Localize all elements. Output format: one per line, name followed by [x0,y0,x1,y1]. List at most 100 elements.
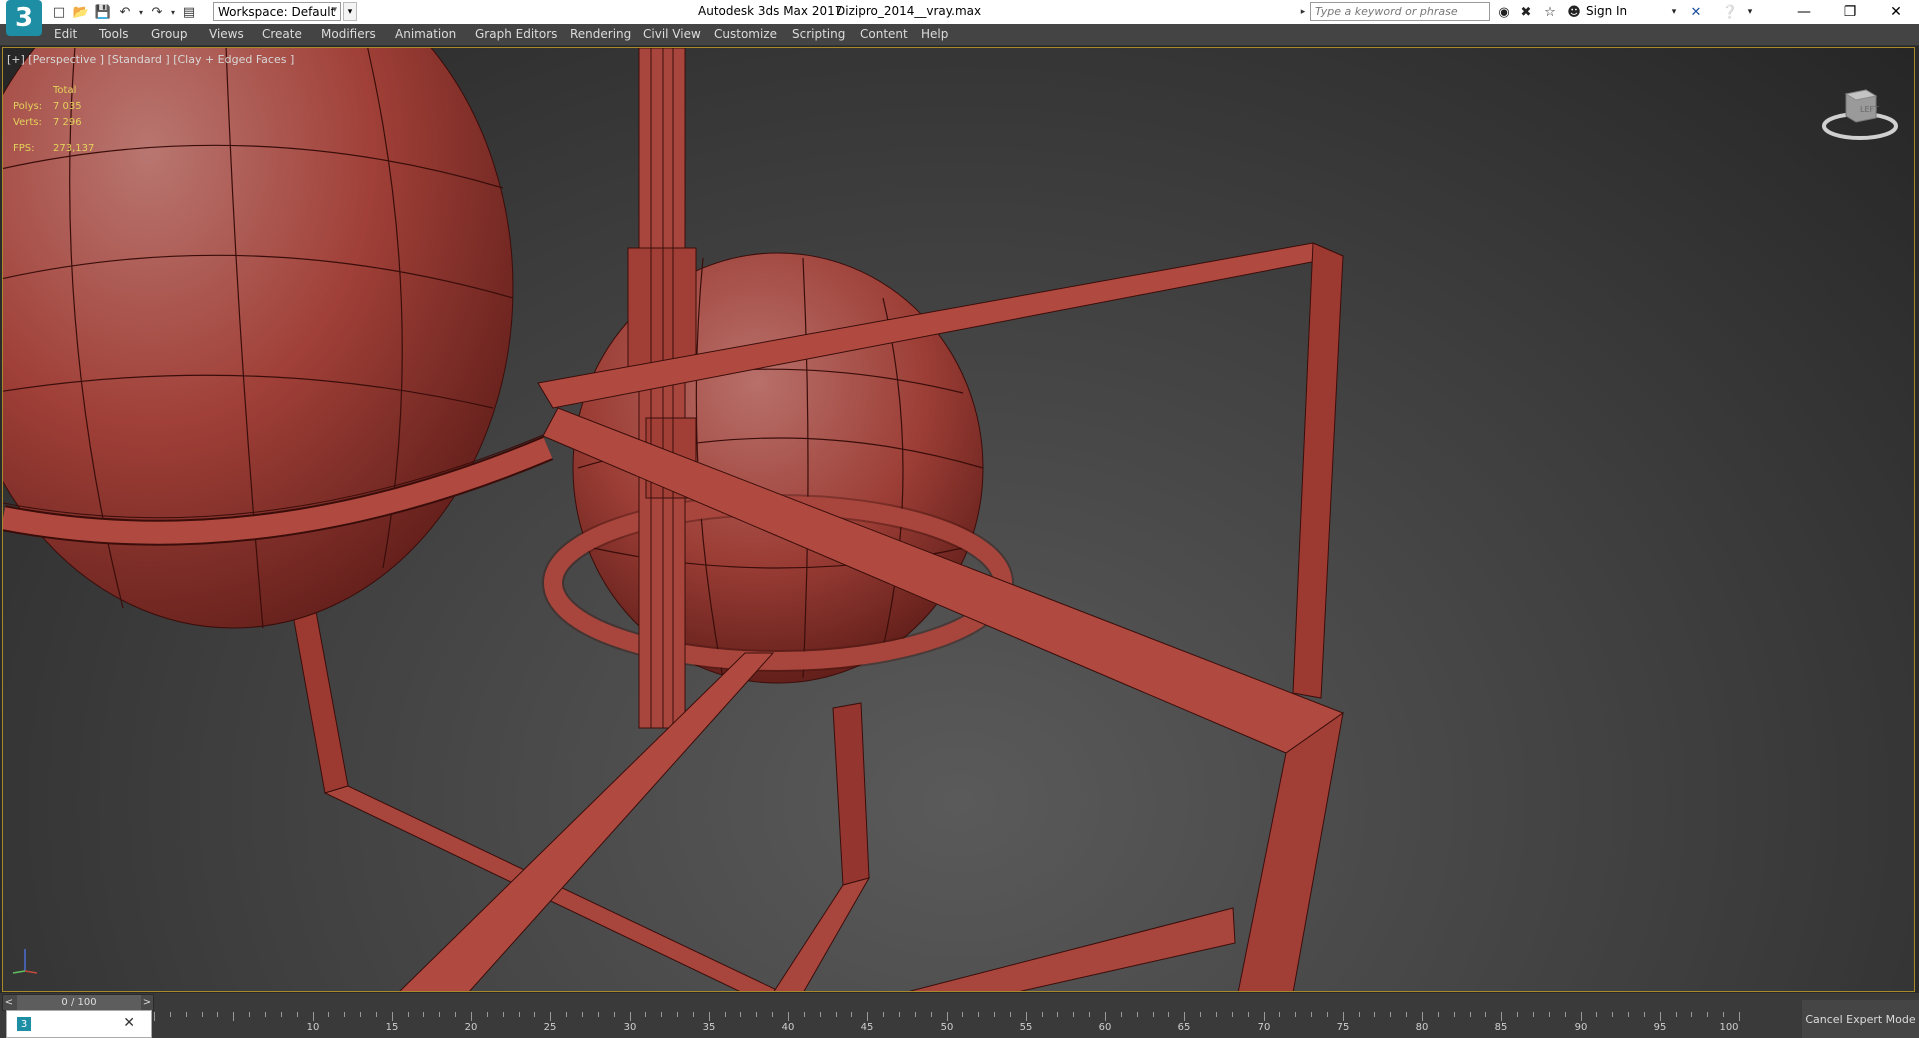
timeline-tick [1327,1012,1328,1017]
help-dropdown-icon[interactable]: ▾ [1740,2,1760,22]
undo-icon[interactable]: ↶ [114,2,136,22]
perspective-viewport[interactable]: [+] [Perspective ] [Standard ] [Clay + E… [2,47,1915,992]
timeline-tick [1264,1012,1265,1021]
timeline-tick-label: 90 [1574,1022,1588,1033]
timeline-tick [804,1012,805,1017]
timeline-tick-label: 30 [623,1022,637,1033]
timeline-tick [360,1012,361,1017]
close-icon[interactable]: ✕ [123,1015,135,1031]
timeline-tick-label: 35 [702,1022,716,1033]
timeline-tick [1232,1012,1233,1017]
menu-group[interactable]: Group [151,27,188,41]
viewport-statistics: Total Polys: 7 035 Verts: 7 296 FPS: 273,13… [13,83,94,157]
timeline-tick [1485,1012,1486,1017]
timeline-tick [423,1012,424,1017]
timeline-tick [1533,1012,1534,1017]
menu-modifiers[interactable]: Modifiers [321,27,376,41]
stats-polys-label: Polys: [13,101,43,112]
timeline-tick [1454,1012,1455,1017]
timeline-tick [693,1012,694,1017]
timeline-tick [1676,1012,1677,1017]
minimize-button[interactable]: — [1781,0,1827,24]
timeline-tick [645,1012,646,1017]
timeline-tick [376,1012,377,1017]
timeline-tick [1026,1012,1027,1021]
timeline-tick-label: 65 [1177,1022,1191,1033]
chevron-down-icon: ▾ [332,5,337,15]
stats-verts-value: 7 296 [53,117,82,128]
menu-tools[interactable]: Tools [99,27,129,41]
timeline-tick [725,1012,726,1017]
timeline-tick [281,1012,282,1017]
menu-scripting[interactable]: Scripting [792,27,845,41]
quick-access-toolbar: □ 📂 💾 ↶ ▾ ↷ ▾ ▤ [48,2,200,22]
tools-icon[interactable]: ✖ [1516,2,1536,22]
timeline-tick [899,1012,900,1017]
timeline-tick [630,1012,631,1021]
timeline-tick [1596,1012,1597,1017]
timeline-tick [1153,1012,1154,1017]
stats-total-label: Total [53,85,77,96]
project-folder-icon[interactable]: ▤ [178,2,200,22]
open-file-icon[interactable]: 📂 [70,2,92,22]
timeline-track[interactable]: 10 15 20 25 30 35 40 45 50 55 60 65 70 75 80 85 90 95 100 [154,1012,1740,1038]
timeline-tick [1216,1012,1217,1017]
menu-customize[interactable]: Customize [714,27,777,41]
time-slider-prev-icon[interactable]: < [3,995,15,1010]
undo-dropdown-icon[interactable]: ▾ [136,2,146,22]
timeline-tick [1612,1012,1613,1017]
cancel-expert-mode-button[interactable]: Cancel Expert Mode [1802,1000,1919,1038]
timeline-tick [677,1012,678,1017]
user-icon[interactable]: ☻ [1564,2,1584,22]
search-input[interactable]: Type a keyword or phrase [1310,2,1490,21]
timeline-tick [1105,1012,1106,1021]
timeline-tick [392,1012,393,1021]
timeline-tick [249,1012,250,1017]
stats-fps-value: 273,137 [53,143,95,154]
workspace-dropdown[interactable]: Workspace: Default ▾ [213,2,341,21]
close-button[interactable]: ✕ [1873,0,1919,24]
save-icon[interactable]: 💾 [92,2,114,22]
time-slider[interactable]: < 0 / 100 > [2,994,154,1011]
help-icon[interactable]: ❔ [1720,2,1740,22]
search-expand-icon[interactable]: ▸ [1298,2,1308,21]
menu-create[interactable]: Create [262,27,302,41]
exchange-icon[interactable]: ✕ [1686,2,1706,22]
timeline-tick [1517,1012,1518,1017]
new-file-icon[interactable]: □ [48,2,70,22]
menu-graph-editors[interactable]: Graph Editors [475,27,557,41]
timeline-tick [1739,1012,1740,1021]
timeline-tick-label: 70 [1257,1022,1271,1033]
menu-help[interactable]: Help [921,27,948,41]
menu-content[interactable]: Content [860,27,908,41]
time-slider-next-icon[interactable]: > [141,995,153,1010]
taskbar-3dsmax-button[interactable]: 3 ✕ [6,1010,152,1038]
app-logo[interactable]: 3 [6,0,42,36]
viewcube[interactable]: LEFT [1820,68,1900,148]
workspace-label: Workspace: Default [218,4,336,19]
menu-civil-view[interactable]: Civil View [643,27,701,41]
redo-icon[interactable]: ↷ [146,2,168,22]
time-slider-thumb[interactable]: 0 / 100 [17,995,141,1010]
star-icon[interactable]: ☆ [1540,2,1560,22]
menu-animation[interactable]: Animation [395,27,456,41]
timeline-tick [598,1012,599,1017]
timeline-tick [1010,1012,1011,1017]
menu-rendering[interactable]: Rendering [570,27,631,41]
timeline-tick [867,1012,868,1021]
menu-edit[interactable]: Edit [54,27,77,41]
timeline-tick [1422,1012,1423,1021]
binoculars-icon[interactable]: ◉ [1494,2,1514,22]
viewport-label[interactable]: [+] [Perspective ] [Standard ] [Clay + E… [7,53,294,66]
workspace-menu-icon[interactable]: ▾ [343,2,357,21]
scene-model[interactable] [3,48,1915,992]
sign-in-dropdown-icon[interactable]: ▾ [1664,2,1684,22]
redo-dropdown-icon[interactable]: ▾ [168,2,178,22]
timeline-tick [883,1012,884,1017]
timeline-tick [1581,1012,1582,1021]
timeline-tick [931,1012,932,1017]
restore-button[interactable]: ❐ [1827,0,1873,24]
menu-views[interactable]: Views [209,27,244,41]
sign-in-link[interactable]: Sign In [1586,4,1627,18]
timeline-tick [1073,1012,1074,1017]
